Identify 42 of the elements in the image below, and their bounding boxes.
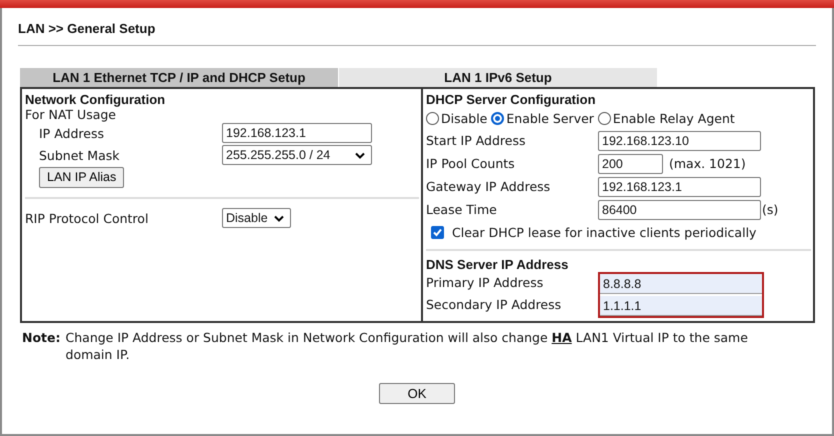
input-field[interactable]: 192.168.123.1: [222, 123, 372, 143]
input-field[interactable]: 86400: [598, 200, 761, 220]
caret-icon: [274, 214, 284, 222]
field-label: Subnet Mask: [38, 148, 120, 162]
field-label: Start IP Address: [426, 133, 526, 148]
field-label: Secondary IP Address: [426, 296, 562, 314]
note-text: Change IP Address or Subnet Mask in Network Configuration will also change HA LAN1 Virtual IP to the same domain IP.: [66, 329, 749, 363]
field-label: For NAT Usage: [25, 107, 116, 122]
field-hint: (max. 1021): [669, 156, 746, 171]
field-label: Lease Time: [426, 202, 498, 217]
input-field[interactable]: 192.168.123.1: [598, 176, 761, 196]
breadcrumb: LAN >> General Setup: [18, 21, 156, 36]
caret-icon: [355, 152, 365, 158]
radio-icon[interactable]: [426, 112, 439, 124]
section-title: Network Configuration: [25, 92, 166, 107]
mode-radio[interactable]: Enable Server: [491, 110, 594, 126]
input-field[interactable]: 8.8.8.8: [600, 274, 762, 294]
section-title: DNS Server IP Address: [426, 257, 568, 272]
checkbox[interactable]: [431, 226, 444, 238]
radio-icon[interactable]: [491, 112, 504, 124]
subnet-select[interactable]: 255.255.255.0 / 24: [222, 145, 372, 165]
checkbox-label: Clear DHCP lease for inactive clients periodically: [452, 224, 756, 240]
section-title: DHCP Server Configuration: [426, 92, 596, 107]
tab[interactable]: LAN 1 Ethernet TCP / IP and DHCP Setup: [20, 68, 338, 87]
rip-select[interactable]: Disable: [222, 208, 291, 228]
tab[interactable]: LAN 1 IPv6 Setup: [339, 68, 657, 87]
input-field[interactable]: 200: [598, 154, 663, 174]
field-label: Primary IP Address: [426, 274, 544, 292]
mode-radio[interactable]: Enable Relay Agent: [598, 110, 735, 126]
field-hint: (s): [762, 202, 778, 217]
input-field[interactable]: 1.1.1.1: [600, 296, 762, 316]
ha-link[interactable]: HA: [552, 330, 572, 345]
field-label: IP Address: [38, 126, 105, 140]
mode-radio[interactable]: Disable: [426, 110, 488, 126]
field-label: RIP Protocol Control: [25, 210, 150, 226]
alias-button[interactable]: LAN IP Alias: [39, 166, 124, 188]
field-label: Gateway IP Address: [426, 179, 552, 194]
ok-button[interactable]: OK: [379, 383, 455, 404]
input-field[interactable]: 192.168.123.10: [598, 130, 761, 150]
note-label: Note:: [22, 329, 61, 347]
field-label: IP Pool Counts: [426, 156, 516, 171]
radio-icon[interactable]: [598, 112, 611, 124]
